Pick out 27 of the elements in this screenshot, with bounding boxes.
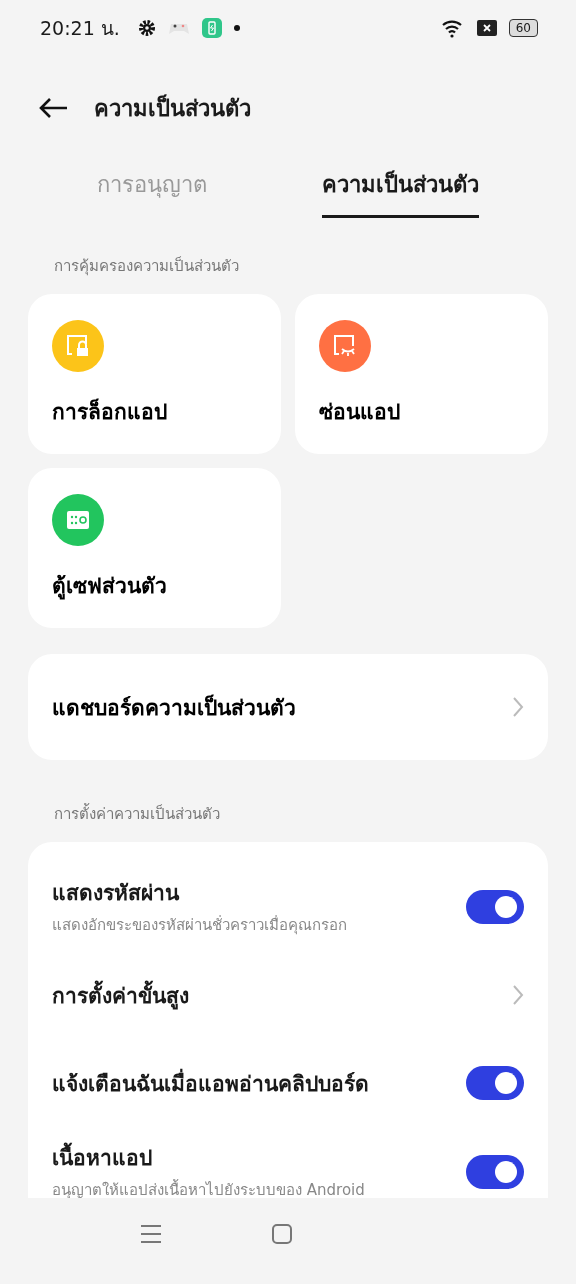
home-icon[interactable] <box>272 1224 292 1244</box>
chevron-icon <box>512 696 524 718</box>
feature-tile[interactable]: ตู้เซฟส่วนตัว <box>28 468 281 628</box>
setting-title: แจ้งเตือนฉันเมื่อแอพอ่านคลิปบอร์ด <box>52 1066 466 1100</box>
setting-title: เนื้อหาแอป <box>52 1141 466 1174</box>
menu-icon[interactable] <box>140 1224 162 1244</box>
feature-tile[interactable]: ซ่อนแอป <box>295 294 548 454</box>
back-arrow-icon[interactable] <box>38 97 68 119</box>
setting-title: แสดงรหัสผ่าน <box>52 880 181 907</box>
tab[interactable]: ความเป็นส่วนตัว <box>321 160 479 218</box>
toggle-switch[interactable] <box>466 1154 524 1189</box>
page-title: ความเป็นส่วนตัว <box>94 93 251 123</box>
section-heading: การคุ้มครองความเป็นส่วนตัว <box>53 255 240 278</box>
dashboard-item[interactable]: แดชบอร์ดความเป็นส่วนตัว <box>28 654 548 760</box>
status-time: 20:21 น. <box>40 16 120 41</box>
toggle-switch[interactable] <box>466 889 524 924</box>
no-sim-icon <box>476 20 497 36</box>
battery-indicator: 60 <box>508 19 538 37</box>
battery-saver-icon <box>201 18 222 38</box>
gear-icon <box>137 19 156 37</box>
toggle-switch[interactable] <box>466 1066 524 1100</box>
chevron-icon <box>512 984 524 1006</box>
feature-tile[interactable]: การล็อกแอป <box>28 294 281 454</box>
dot-icon <box>233 25 240 31</box>
section-heading: การตั้งค่าความเป็นส่วนตัว <box>53 802 221 825</box>
setting-description: แสดงอักขระของรหัสผ่านชั่วคราวเมื่อคุณกรอก <box>52 914 348 937</box>
setting-title: การตั้งค่าขั้นสูง <box>52 978 512 1012</box>
